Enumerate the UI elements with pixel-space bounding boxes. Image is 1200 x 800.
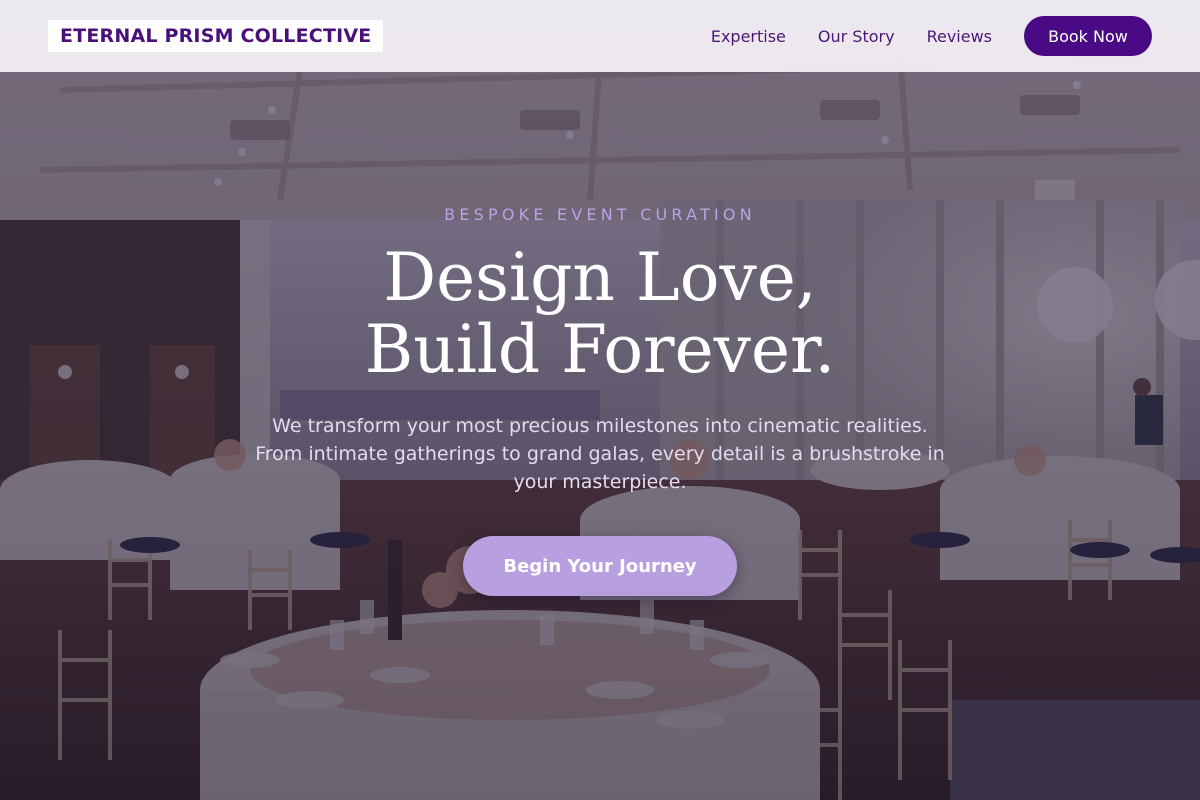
hero-eyebrow: BESPOKE EVENT CURATION bbox=[444, 205, 756, 224]
hero-subtitle: We transform your most precious mileston… bbox=[255, 415, 945, 493]
hero-title-line-2: Build Forever. bbox=[364, 311, 836, 388]
nav-link-our-story[interactable]: Our Story bbox=[818, 27, 895, 46]
brand-logo[interactable]: ETERNAL PRISM COLLECTIVE bbox=[48, 20, 384, 52]
book-now-button[interactable]: Book Now bbox=[1024, 16, 1152, 56]
nav-link-reviews[interactable]: Reviews bbox=[927, 27, 992, 46]
nav-links: Expertise Our Story Reviews Book Now bbox=[711, 16, 1152, 56]
hero-section: BESPOKE EVENT CURATION Design Love, Buil… bbox=[0, 0, 1200, 800]
nav-link-expertise[interactable]: Expertise bbox=[711, 27, 786, 46]
hero-title: Design Love, Build Forever. bbox=[0, 242, 1200, 386]
navbar: ETERNAL PRISM COLLECTIVE Expertise Our S… bbox=[0, 0, 1200, 72]
hero-title-line-1: Design Love, bbox=[383, 239, 817, 316]
begin-journey-button[interactable]: Begin Your Journey bbox=[463, 536, 737, 596]
